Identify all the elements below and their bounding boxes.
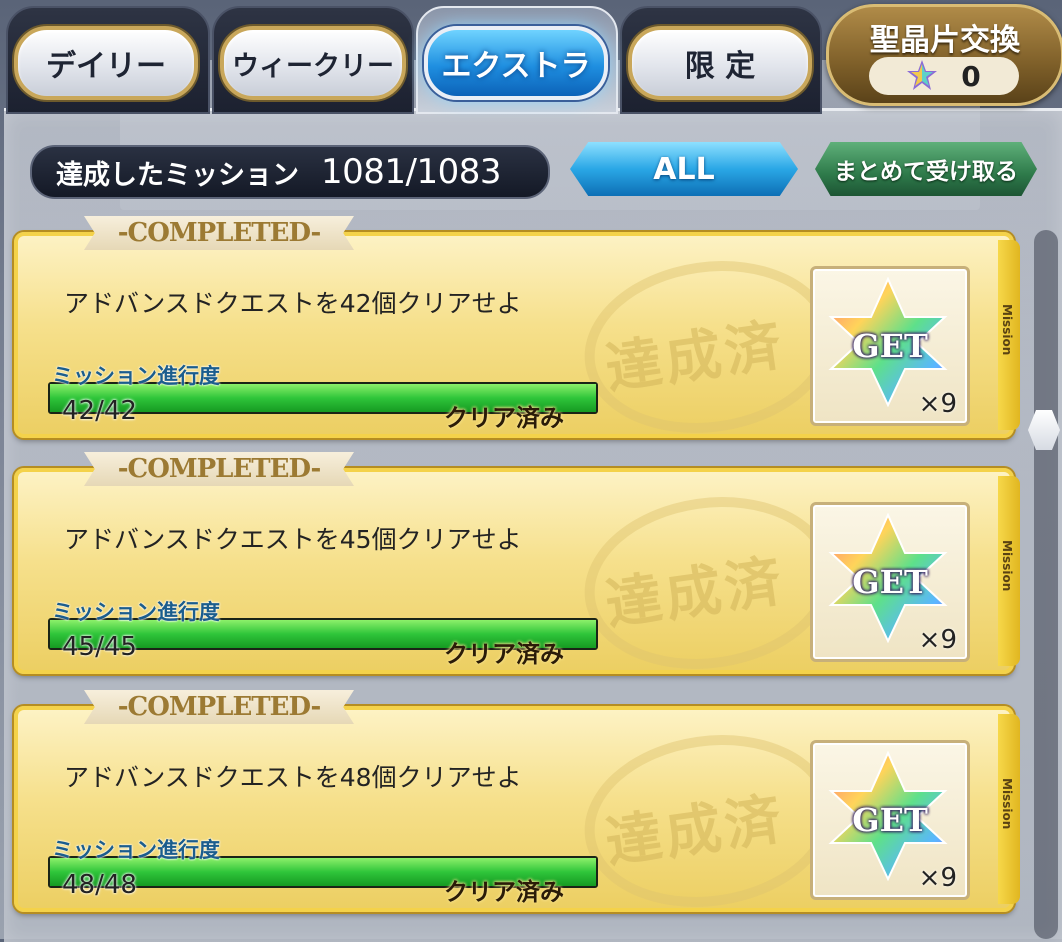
progress-label: ミッション進行度: [52, 600, 220, 624]
get-label: GET: [852, 563, 928, 601]
completed-ribbon: -COMPLETED-: [84, 216, 354, 250]
mission-side-label: Mission: [1000, 304, 1014, 356]
exchange-label: 聖晶片交換: [870, 23, 1020, 58]
bulk-receive-button[interactable]: まとめて受け取る: [815, 142, 1037, 196]
progress-label: ミッション進行度: [52, 838, 220, 862]
progress-value: 42/42: [62, 396, 137, 426]
get-label: GET: [852, 801, 928, 839]
exchange-count: 0: [961, 59, 981, 93]
reward-quantity: ×9: [918, 863, 957, 893]
get-label: GET: [852, 327, 928, 365]
mission-side-tab: Mission: [998, 240, 1020, 430]
tab-bar: デイリー ウィークリー エクストラ 限 定 聖晶片交換 0: [0, 0, 1062, 114]
exchange-count-box: 0: [869, 57, 1019, 95]
progress-value: 48/48: [62, 870, 137, 900]
tab-limited[interactable]: 限 定: [628, 26, 812, 100]
achieved-stamp-label: 達成済: [601, 312, 789, 403]
tab-weekly[interactable]: ウィークリー: [220, 26, 406, 100]
reward-slot[interactable]: GET ×9: [810, 266, 970, 426]
achieved-missions-counter: 達成したミッション 1081/1083: [30, 145, 550, 199]
tab-extra[interactable]: エクストラ: [424, 26, 608, 100]
achieved-stamp-label: 達成済: [601, 786, 789, 877]
mission-side-tab: Mission: [998, 714, 1020, 904]
filter-all-button[interactable]: ALL: [570, 142, 798, 196]
cleared-label: クリア済み: [444, 640, 564, 668]
mission-side-tab: Mission: [998, 476, 1020, 666]
reward-quantity: ×9: [918, 389, 957, 419]
quartz-fragment-exchange-button[interactable]: 聖晶片交換 0: [826, 4, 1062, 106]
completed-ribbon: -COMPLETED-: [84, 690, 354, 724]
cleared-label: クリア済み: [444, 878, 564, 906]
progress-value: 45/45: [62, 632, 137, 662]
mission-card: Mission -COMPLETED- 達成済 アドバンスドクエストを48個クリ…: [14, 690, 1020, 923]
tab-daily[interactable]: デイリー: [14, 26, 198, 100]
mission-side-label: Mission: [1000, 540, 1014, 592]
mission-description: アドバンスドクエストを45個クリアせよ: [64, 525, 522, 554]
quartz-fragment-icon: [907, 60, 938, 90]
scrollbar-track[interactable]: [1034, 230, 1058, 939]
progress-label: ミッション進行度: [52, 364, 220, 388]
reward-quantity: ×9: [918, 625, 957, 655]
mission-description: アドバンスドクエストを42個クリアせよ: [64, 289, 522, 318]
achieved-value: 1081/1083: [321, 152, 502, 192]
cleared-label: クリア済み: [444, 404, 564, 432]
completed-ribbon: -COMPLETED-: [84, 452, 354, 486]
achieved-stamp-label: 達成済: [601, 548, 789, 639]
achieved-label: 達成したミッション: [56, 159, 299, 191]
mission-description: アドバンスドクエストを48個クリアせよ: [64, 763, 522, 792]
reward-slot[interactable]: GET ×9: [810, 502, 970, 662]
reward-slot[interactable]: GET ×9: [810, 740, 970, 900]
mission-card: Mission -COMPLETED- 達成済 アドバンスドクエストを42個クリ…: [14, 216, 1020, 449]
mission-side-label: Mission: [1000, 778, 1014, 830]
mission-card: Mission -COMPLETED- 達成済 アドバンスドクエストを45個クリ…: [14, 452, 1020, 685]
